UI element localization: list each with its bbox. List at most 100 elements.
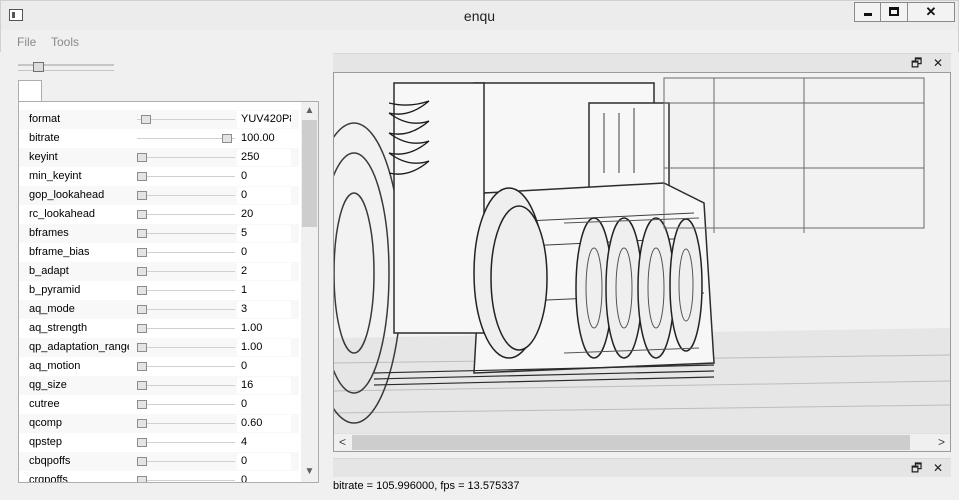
param-value-field[interactable]: 3	[237, 301, 291, 318]
param-slider-thumb[interactable]	[137, 286, 147, 295]
param-row: qg_size 16	[19, 376, 299, 395]
param-slider[interactable]	[137, 134, 235, 143]
param-slider[interactable]	[137, 457, 235, 466]
float-icon[interactable]: 🗗	[911, 55, 922, 71]
param-slider-thumb[interactable]	[137, 381, 147, 390]
param-slider[interactable]	[137, 362, 235, 371]
param-slider[interactable]	[137, 153, 235, 162]
param-slider-thumb[interactable]	[137, 229, 147, 238]
status-text: bitrate = 105.996000, fps = 13.575337	[333, 480, 520, 492]
param-row: crqpoffs 0	[19, 471, 299, 483]
maximize-icon	[889, 7, 899, 16]
param-value-field[interactable]: 16	[237, 377, 291, 394]
param-row: min_keyint 0	[19, 167, 299, 186]
param-value-field[interactable]: 0	[237, 453, 291, 470]
log-dock-header: 🗗 ✕	[333, 458, 951, 477]
title-bar: enqu ✕	[0, 0, 959, 30]
param-slider[interactable]	[137, 191, 235, 200]
param-slider[interactable]	[137, 438, 235, 447]
param-slider-thumb[interactable]	[137, 400, 147, 409]
param-label: b_pyramid	[29, 284, 81, 296]
param-slider-thumb[interactable]	[137, 210, 147, 219]
param-row: keyint 250	[19, 148, 299, 167]
param-slider[interactable]	[137, 248, 235, 257]
maximize-button[interactable]	[881, 2, 908, 22]
dock-close-icon[interactable]: ✕	[933, 55, 943, 71]
preset-slider-thumb[interactable]	[33, 62, 44, 72]
param-slider[interactable]	[137, 476, 235, 482]
menu-tools[interactable]: Tools	[51, 35, 79, 49]
scroll-right-icon[interactable]: >	[933, 434, 950, 451]
param-value-field[interactable]: 4	[237, 434, 291, 451]
param-slider-thumb[interactable]	[137, 305, 147, 314]
param-slider[interactable]	[137, 324, 235, 333]
param-label: b_adapt	[29, 265, 69, 277]
param-slider[interactable]	[137, 286, 235, 295]
param-label: crqpoffs	[29, 474, 68, 483]
param-slider-thumb[interactable]	[137, 419, 147, 428]
param-slider[interactable]	[137, 305, 235, 314]
video-hscroll-thumb[interactable]	[352, 435, 910, 450]
param-slider-thumb[interactable]	[137, 172, 147, 181]
param-slider[interactable]	[137, 229, 235, 238]
param-scroll-thumb[interactable]	[302, 120, 317, 227]
param-slider[interactable]	[137, 115, 235, 124]
param-slider[interactable]	[137, 381, 235, 390]
param-value-field[interactable]: 100.00	[237, 130, 291, 147]
param-value-field[interactable]: 0	[237, 168, 291, 185]
minimize-button[interactable]	[854, 2, 881, 22]
param-label: format	[29, 113, 61, 125]
param-value-field[interactable]: 0	[237, 396, 291, 413]
param-value-field[interactable]: 1	[237, 282, 291, 299]
params-tab[interactable]	[18, 80, 42, 102]
param-value-field[interactable]: 250	[237, 149, 291, 166]
param-value-field[interactable]: 20	[237, 206, 291, 223]
param-slider-thumb[interactable]	[137, 476, 147, 482]
param-row: rc_lookahead 20	[19, 205, 299, 224]
scroll-left-icon[interactable]: <	[334, 434, 351, 451]
video-preview	[333, 72, 951, 452]
scroll-down-icon[interactable]: ▼	[301, 463, 318, 480]
param-value-field[interactable]: YUV420P8	[237, 111, 291, 128]
param-label: cutree	[29, 398, 60, 410]
dock-close-icon[interactable]: ✕	[933, 460, 943, 476]
param-row: qpstep 4	[19, 433, 299, 452]
param-slider[interactable]	[137, 400, 235, 409]
param-value-field[interactable]: 0	[237, 244, 291, 261]
param-value-field[interactable]: 0	[237, 187, 291, 204]
param-slider[interactable]	[137, 210, 235, 219]
close-button[interactable]: ✕	[908, 2, 955, 22]
param-slider-thumb[interactable]	[137, 457, 147, 466]
param-value-field[interactable]: 0	[237, 472, 291, 482]
float-icon[interactable]: 🗗	[911, 460, 922, 476]
param-slider[interactable]	[137, 419, 235, 428]
param-slider-thumb[interactable]	[137, 248, 147, 257]
param-slider-thumb[interactable]	[137, 267, 147, 276]
param-value-field[interactable]: 0.60	[237, 415, 291, 432]
param-slider-thumb[interactable]	[141, 115, 151, 124]
param-slider-thumb[interactable]	[137, 153, 147, 162]
param-slider[interactable]	[137, 267, 235, 276]
param-slider[interactable]	[137, 172, 235, 181]
param-label: min_keyint	[29, 170, 82, 182]
param-value-field[interactable]: 5	[237, 225, 291, 242]
param-value-field[interactable]: 1.00	[237, 339, 291, 356]
param-label: aq_strength	[29, 322, 88, 334]
param-value-field[interactable]: 1.00	[237, 320, 291, 337]
param-value-field[interactable]: 0	[237, 358, 291, 375]
param-slider-thumb[interactable]	[137, 438, 147, 447]
param-row: qcomp 0.60	[19, 414, 299, 433]
param-slider[interactable]	[137, 343, 235, 352]
scroll-up-icon[interactable]: ▲	[301, 102, 318, 119]
param-label: aq_mode	[29, 303, 75, 315]
param-slider-thumb[interactable]	[137, 324, 147, 333]
menu-file[interactable]: File	[17, 35, 36, 49]
param-slider-thumb[interactable]	[137, 191, 147, 200]
video-hscrollbar[interactable]: < >	[334, 433, 950, 451]
param-slider-thumb[interactable]	[137, 343, 147, 352]
param-value-field[interactable]: 2	[237, 263, 291, 280]
param-scrollbar[interactable]: ▲ ▼	[301, 102, 318, 482]
param-slider-thumb[interactable]	[222, 134, 232, 143]
param-slider-thumb[interactable]	[137, 362, 147, 371]
window-title: enqu	[463, 8, 496, 24]
